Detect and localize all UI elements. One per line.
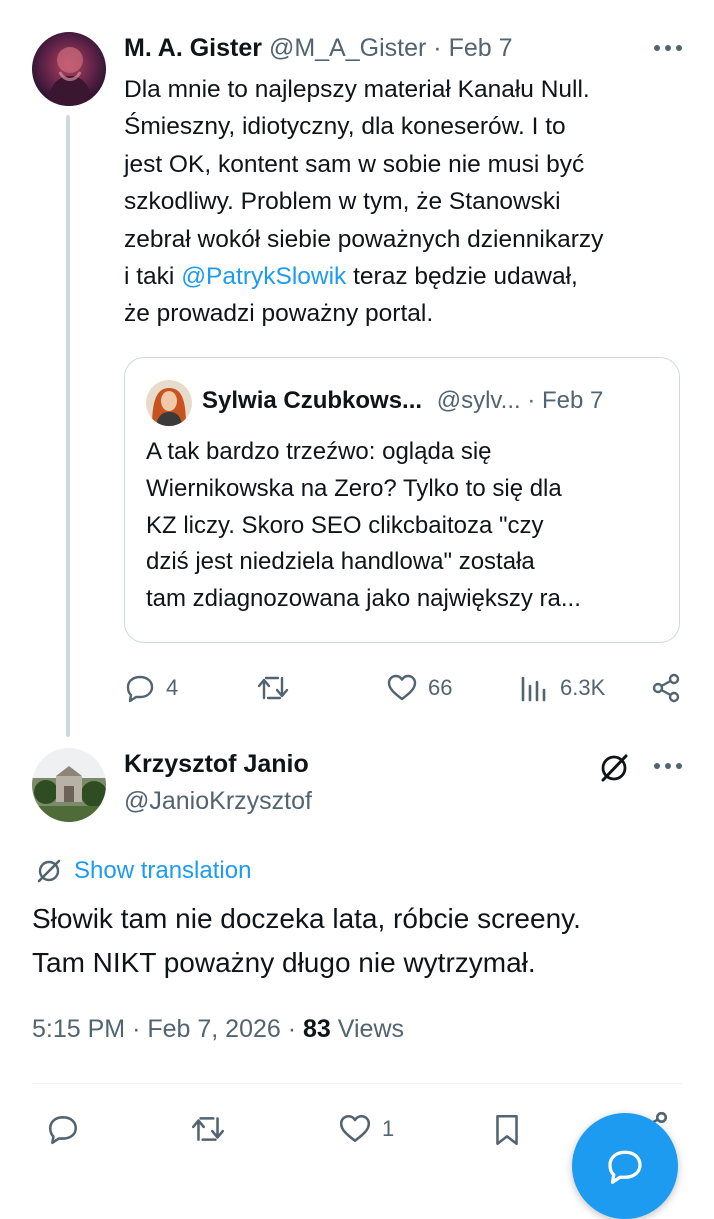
views-icon (521, 676, 546, 702)
grok-icon[interactable] (596, 750, 632, 791)
divider (32, 1083, 682, 1084)
compose-icon (608, 1150, 642, 1184)
like-count: 1 (382, 1116, 395, 1141)
tweet-date[interactable]: Feb 7 (449, 34, 513, 62)
quoted-tweet-date: Feb 7 (542, 387, 604, 414)
compose-reply-fab[interactable] (572, 1113, 678, 1219)
bookmark-button[interactable] (490, 1112, 524, 1153)
like-button[interactable]: 1 (338, 1112, 394, 1146)
reply-author-avatar[interactable] (32, 748, 106, 822)
show-translation-link[interactable]: Show translation (34, 856, 251, 886)
tweet-header: M. A. Gister @M_A_Gister · Feb 7 (124, 34, 513, 63)
reply-author-name[interactable]: Krzysztof Janio (124, 750, 309, 779)
quoted-text-line: A tak bardzo trzeźwo: ogląda się (146, 438, 492, 465)
quoted-text-line: KZ liczy. Skoro SEO clikcbaitoza "czy (146, 511, 544, 539)
tweet-text-line: i taki @PatrykSlowik teraz będzie udawał… (124, 258, 694, 295)
mention-link[interactable]: @PatrykSlowik (181, 263, 346, 290)
views-count: 83 (303, 1015, 331, 1043)
bookmark-icon (496, 1114, 518, 1146)
reply-button[interactable] (46, 1112, 80, 1151)
tweet-text: Dla mnie to najlepszy materiał Kanału Nu… (124, 71, 694, 333)
tweet-text-line: Śmieszny, idiotyczny, dla koneserów. I t… (124, 113, 566, 141)
like-button[interactable]: 66 (386, 672, 452, 704)
quoted-author-handle: @sylv... (436, 387, 521, 414)
like-count: 66 (428, 675, 453, 700)
share-icon (652, 673, 680, 703)
like-icon (387, 674, 417, 701)
repost-button[interactable] (190, 1112, 226, 1151)
reply-icon (48, 1116, 78, 1145)
share-button[interactable] (650, 672, 682, 709)
views-button[interactable]: 6.3K (520, 672, 605, 704)
thread-connector-line (66, 115, 70, 737)
author-name[interactable]: M. A. Gister (124, 34, 262, 62)
author-avatar[interactable] (32, 32, 106, 106)
repost-icon (191, 1117, 225, 1141)
tweet-text-line: szkodliwy. Problem w tym, że Stanowski (124, 188, 561, 216)
tweet-text-line: zebrał wokół siebie poważnych dziennikar… (124, 225, 604, 253)
tweet-text-line: że prowadzi poważny portal. (124, 300, 434, 328)
text-fragment: i taki (124, 263, 182, 291)
show-translation-label[interactable]: Show translation (74, 857, 251, 885)
text-fragment: teraz będzie udawał, (346, 263, 578, 291)
more-icon[interactable] (650, 754, 686, 778)
reply-author-handle[interactable]: @JanioKrzysztof (124, 787, 312, 816)
repost-button[interactable] (256, 672, 300, 704)
views-count: 6.3K (560, 675, 606, 700)
repost-icon (257, 676, 289, 700)
quoted-text-line: tam zdiagnozowana jako największy ra... (146, 585, 581, 613)
quoted-tweet-header: Sylwia Czubkows... @sylv... · Feb 7 (202, 387, 603, 415)
translate-icon (37, 859, 61, 883)
quoted-author-avatar (146, 380, 192, 426)
tweet-time[interactable]: 5:15 PM (32, 1015, 125, 1043)
author-handle[interactable]: @M_A_Gister (269, 34, 426, 62)
tweet-metadata: 5:15 PM · Feb 7, 2026 · 83 Views (32, 1015, 404, 1044)
tweet-text-line: Dla mnie to najlepszy materiał Kanału Nu… (124, 76, 590, 103)
quoted-text-line: dziś jest niedziela handlowa" została (146, 548, 535, 576)
like-icon (339, 1114, 371, 1142)
reply-button[interactable]: 4 (124, 672, 178, 704)
header-separator: · (433, 34, 442, 62)
header-separator: · (527, 387, 536, 414)
tweet-full-date[interactable]: Feb 7, 2026 (147, 1015, 280, 1043)
reply-text: Słowik tam nie doczeka lata, róbcie scre… (32, 897, 581, 985)
reply-count: 4 (166, 675, 179, 700)
quoted-author-name: Sylwia Czubkows... (202, 387, 423, 414)
reply-icon (126, 675, 154, 703)
reply-text-line: Tam NIKT poważny długo nie wytrzymał. (32, 947, 536, 978)
views-label: Views (337, 1015, 405, 1043)
reply-text-line: Słowik tam nie doczeka lata, róbcie scre… (32, 903, 581, 934)
tweet-text-line: jest OK, kontent sam w sobie nie musi by… (124, 150, 585, 178)
quoted-text-line: Wiernikowska na Zero? Tylko to się dla (146, 474, 562, 502)
meta-separator: · (132, 1015, 141, 1043)
more-icon[interactable] (650, 36, 686, 60)
quoted-tweet-text: A tak bardzo trzeźwo: ogląda się Wiernik… (146, 434, 666, 618)
meta-separator: · (287, 1015, 297, 1043)
